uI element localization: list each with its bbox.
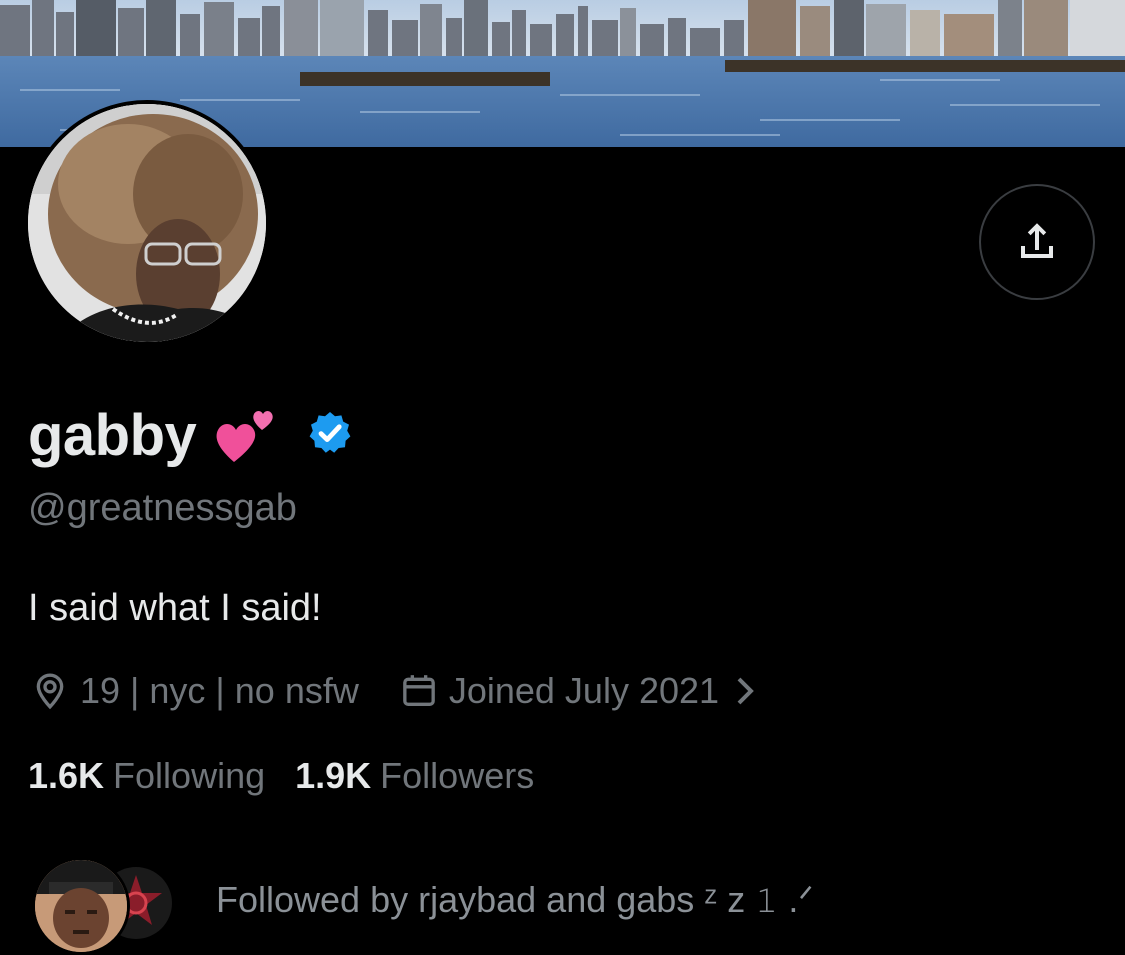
chevron-right-icon — [737, 677, 754, 705]
name-row: gabby — [28, 400, 354, 470]
location-item: 19 | nyc | no nsfw — [30, 670, 359, 712]
followed-by-avatars — [30, 855, 180, 955]
following-count: 1.6K — [28, 755, 105, 796]
location-pin-icon — [36, 673, 64, 710]
joined-date-item[interactable]: Joined July 2021 — [399, 670, 767, 712]
share-icon — [1021, 223, 1053, 258]
location-text: 19 | nyc | no nsfw — [80, 670, 359, 711]
verified-badge-icon[interactable] — [306, 409, 354, 462]
share-profile-button[interactable] — [979, 184, 1095, 300]
profile-avatar[interactable] — [28, 104, 266, 342]
followed-by-text: Followed by rjaybad and gabs ᶻ z 𝟷 .ᐟ — [216, 878, 814, 920]
profile-meta-row: 19 | nyc | no nsfw Joined July 2021 — [30, 668, 767, 714]
profile-bio: I said what I said! — [28, 587, 322, 629]
following-link[interactable]: 1.6K Following — [28, 755, 265, 797]
username-handle: @greatnessgab — [28, 487, 297, 529]
followed-by-row[interactable]: Followed by rjaybad and gabs ᶻ z 𝟷 .ᐟ — [30, 855, 1125, 955]
followers-link[interactable]: 1.9K Followers — [295, 755, 534, 797]
following-label: Following — [113, 755, 266, 796]
followers-count: 1.9K — [295, 755, 372, 796]
calendar-icon — [403, 675, 435, 706]
joined-date-text: Joined July 2021 — [448, 670, 720, 711]
two-hearts-emoji — [214, 402, 280, 469]
avatar-ring — [24, 100, 270, 346]
follower-avatar — [32, 857, 130, 955]
followers-label: Followers — [380, 755, 535, 796]
display-name: gabby — [28, 402, 197, 468]
follow-counts: 1.6K Following 1.9K Followers — [28, 753, 534, 799]
